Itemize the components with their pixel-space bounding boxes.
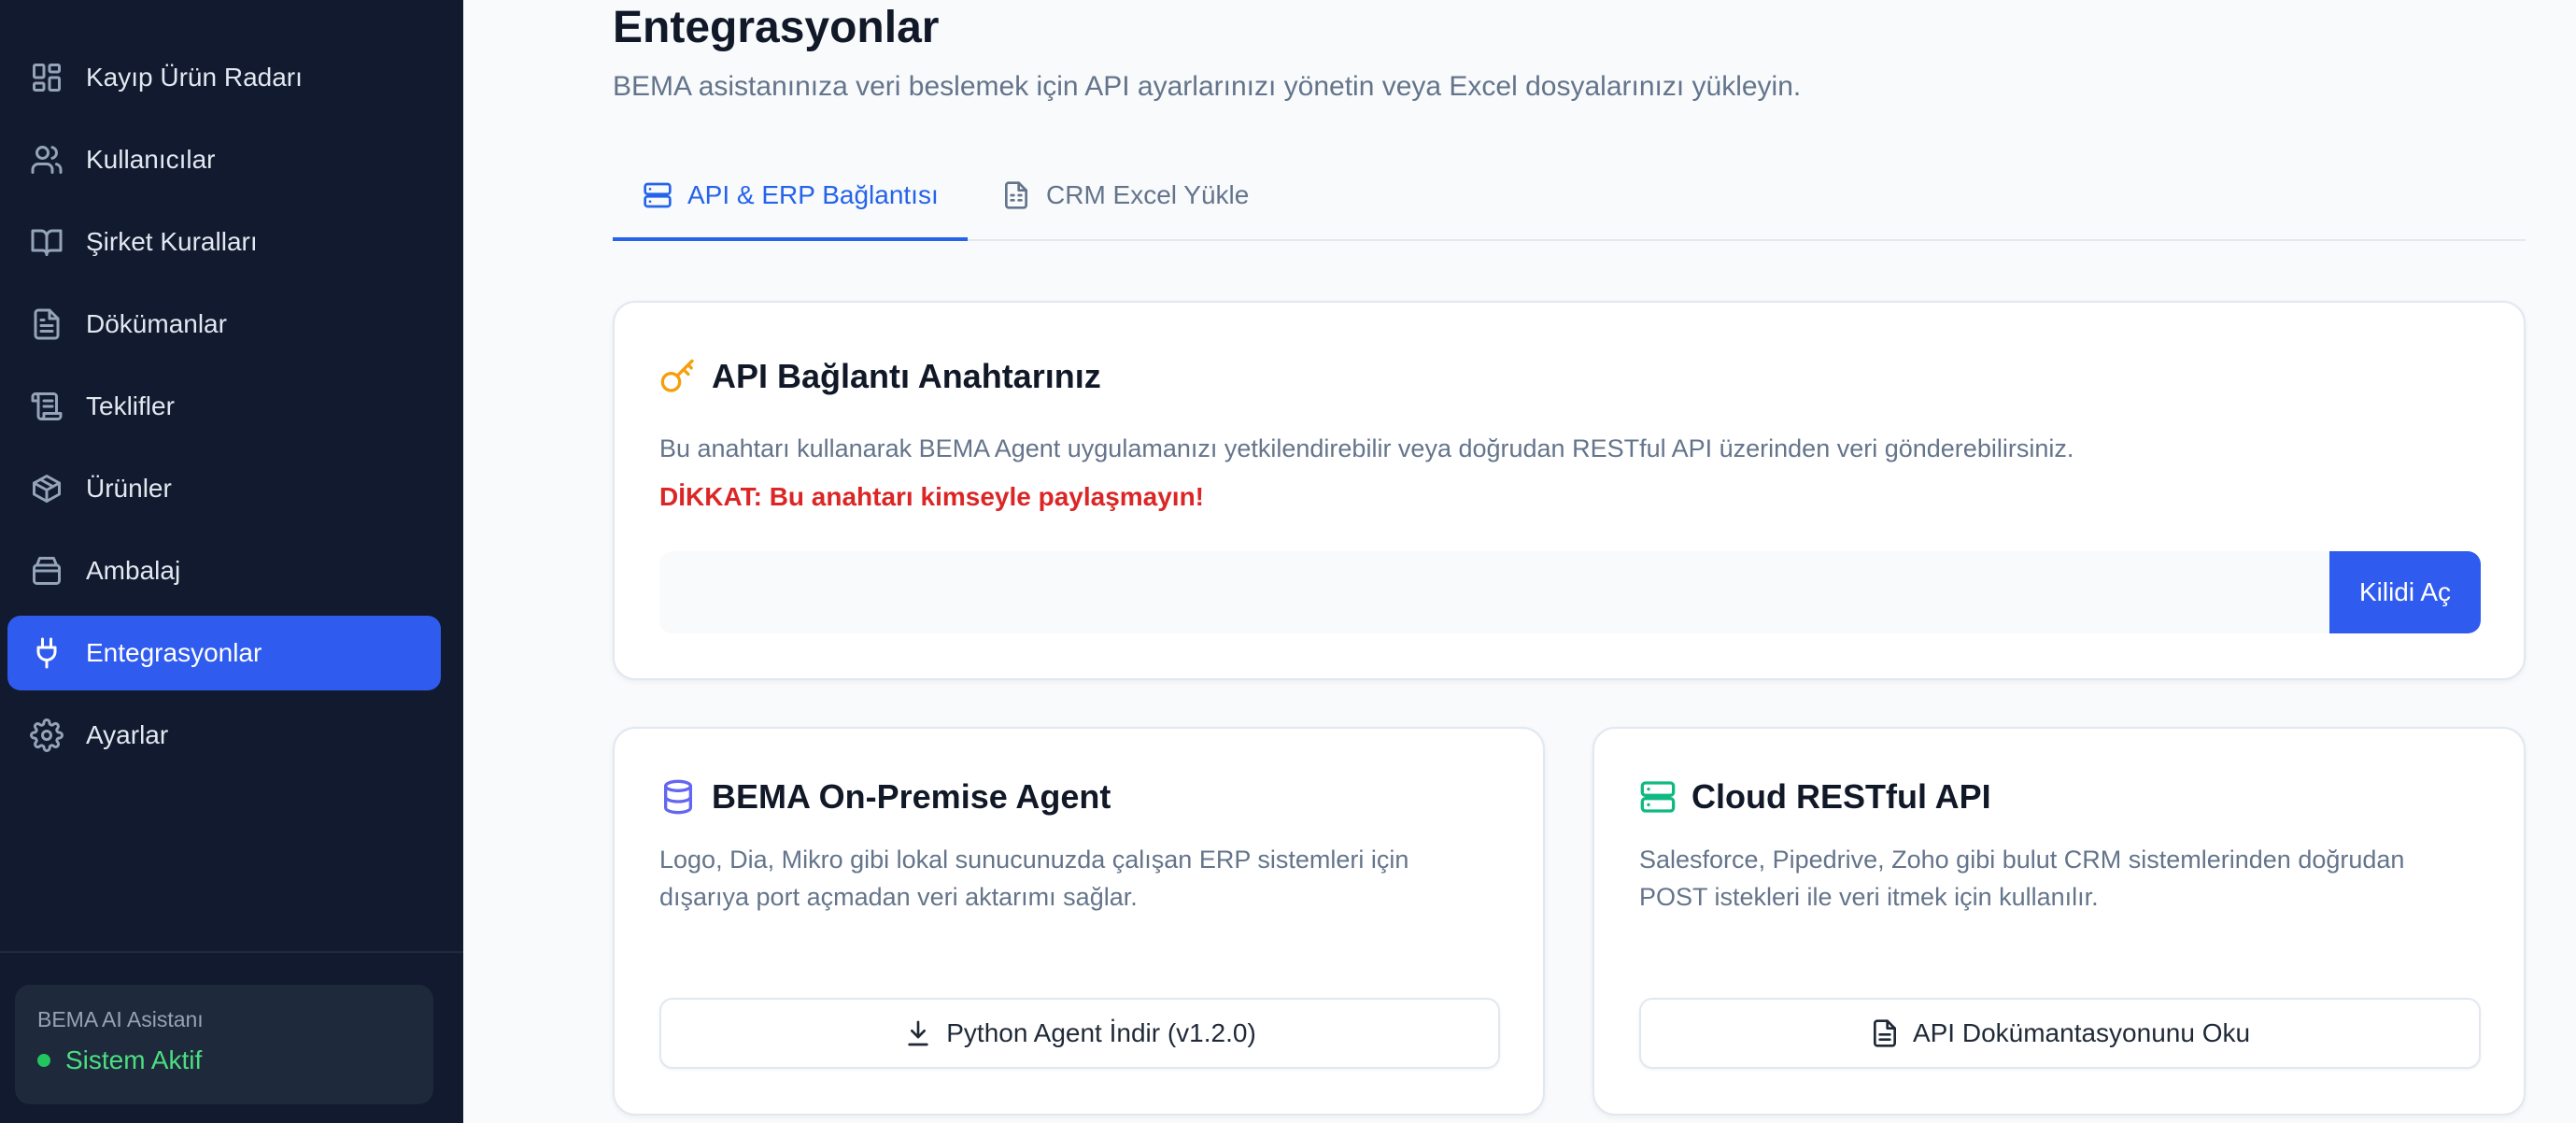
on-premise-agent-card: BEMA On-Premise Agent Logo, Dia, Mikro g… xyxy=(613,727,1545,1116)
sidebar-item-teklifler[interactable]: Teklifler xyxy=(7,369,441,444)
sidebar-item-label: Ayarlar xyxy=(86,720,169,749)
api-key-warning: DİKKAT: Bu anahtarı kimseyle paylaşmayın… xyxy=(659,482,1205,511)
api-key-card-title: API Bağlantı Anahtarınız xyxy=(712,357,1101,395)
sidebar-item-label: Kullanıcılar xyxy=(86,145,216,174)
sidebar-item-label: Entegrasyonlar xyxy=(86,638,262,667)
sidebar: Kayıp Ürün Radarı Kullanıcılar Şirket Ku… xyxy=(0,0,463,1123)
package-icon xyxy=(30,554,64,588)
tab-api-erp[interactable]: API & ERP Bağlantısı xyxy=(643,149,939,241)
sidebar-item-label: Ambalaj xyxy=(86,556,181,585)
box-icon xyxy=(30,472,64,505)
tab-label: API & ERP Bağlantısı xyxy=(687,180,939,209)
users-icon xyxy=(30,143,64,177)
sidebar-item-label: Ürünler xyxy=(86,474,172,503)
tab-crm-excel[interactable]: CRM Excel Yükle xyxy=(1001,149,1249,241)
sidebar-item-sirket-kurallari[interactable]: Şirket Kuralları xyxy=(7,205,441,279)
agent-card-header: BEMA On-Premise Agent xyxy=(659,777,1111,817)
document-icon xyxy=(1873,1019,1896,1047)
agent-card-title: BEMA On-Premise Agent xyxy=(712,777,1111,816)
system-status-card: BEMA AI Asistanı Sistem Aktif xyxy=(15,985,433,1104)
book-icon xyxy=(30,225,64,259)
server-icon xyxy=(644,182,672,208)
gear-icon xyxy=(30,718,64,752)
api-key-card-header: API Bağlantı Anahtarınız xyxy=(659,357,1101,396)
tab-label: CRM Excel Yükle xyxy=(1046,180,1250,209)
sidebar-item-kayip-urun-radari[interactable]: Kayıp Ürün Radarı xyxy=(7,40,441,115)
api-card-title: Cloud RESTful API xyxy=(1691,777,1991,816)
download-agent-button[interactable]: Python Agent İndir (v1.2.0) xyxy=(659,998,1500,1069)
sidebar-item-kullanicilar[interactable]: Kullanıcılar xyxy=(7,122,441,197)
sidebar-item-label: Teklifler xyxy=(86,391,175,420)
key-icon xyxy=(660,359,694,392)
sidebar-item-label: Dökümanlar xyxy=(86,309,227,338)
tab-bar: API & ERP Bağlantısı CRM Excel Yükle xyxy=(613,149,2526,241)
sidebar-item-label: Kayıp Ürün Radarı xyxy=(86,63,303,92)
server-icon xyxy=(1640,781,1676,813)
api-card-description: Salesforce, Pipedrive, Zoho gibi bulut C… xyxy=(1639,846,2405,911)
download-icon xyxy=(908,1020,928,1046)
status-text: Sistem Aktif xyxy=(65,1045,203,1074)
unlock-button[interactable]: Kilidi Aç xyxy=(2329,551,2481,633)
status-title: BEMA AI Asistanı xyxy=(37,1007,204,1031)
agent-card-description: Logo, Dia, Mikro gibi lokal sunucunuzda … xyxy=(659,846,1409,911)
api-key-description: Bu anahtarı kullanarak BEMA Agent uygula… xyxy=(659,434,2074,462)
plug-icon xyxy=(30,636,64,670)
api-docs-button[interactable]: API Dokümantasyonunu Oku xyxy=(1639,998,2481,1069)
sidebar-item-dokumanlar[interactable]: Dökümanlar xyxy=(7,287,441,362)
sidebar-item-ambalaj[interactable]: Ambalaj xyxy=(7,533,441,608)
sidebar-divider xyxy=(0,951,463,953)
page-subtitle: BEMA asistanınıza veri beslemek için API… xyxy=(613,71,1802,102)
document-icon xyxy=(30,307,64,341)
page-title: Entegrasyonlar xyxy=(613,3,940,52)
scroll-icon xyxy=(30,390,64,423)
api-key-card: API Bağlantı Anahtarınız Bu anahtarı kul… xyxy=(613,301,2526,680)
spreadsheet-icon xyxy=(1005,181,1027,209)
grid-icon xyxy=(30,61,64,94)
cloud-api-card: Cloud RESTful API Salesforce, Pipedrive,… xyxy=(1592,727,2526,1116)
api-key-field[interactable] xyxy=(659,551,2333,633)
api-docs-label: API Dokümantasyonunu Oku xyxy=(1912,1018,2251,1047)
sidebar-item-label: Şirket Kuralları xyxy=(86,227,258,256)
database-icon xyxy=(664,779,692,815)
api-card-header: Cloud RESTful API xyxy=(1639,777,1991,817)
sidebar-item-ayarlar[interactable]: Ayarlar xyxy=(7,698,441,773)
sidebar-item-urunler[interactable]: Ürünler xyxy=(7,451,441,526)
status-dot xyxy=(37,1054,50,1067)
active-tab-indicator xyxy=(613,237,968,241)
sidebar-item-entegrasyonlar[interactable]: Entegrasyonlar xyxy=(7,616,441,690)
download-agent-label: Python Agent İndir (v1.2.0) xyxy=(946,1018,1256,1047)
status-row: Sistem Aktif xyxy=(37,1045,411,1075)
